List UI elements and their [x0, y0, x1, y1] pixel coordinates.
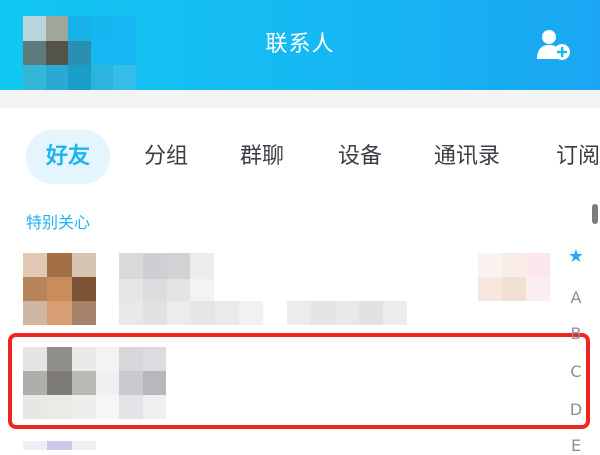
tab-groups[interactable]: 分组 [144, 132, 188, 182]
tab-address-book[interactable]: 通讯录 [434, 132, 500, 182]
tab-group-chats[interactable]: 群聊 [240, 132, 284, 182]
index-star[interactable]: ★ [560, 246, 592, 267]
alphabet-index[interactable]: ★ A B C D E [560, 200, 600, 455]
page-title: 联系人 [265, 32, 335, 57]
contact-name [119, 253, 214, 279]
tab-bar: 好友 分组 群聊 设备 通讯录 订阅 [0, 126, 600, 186]
contact-avatar [23, 253, 96, 325]
tab-devices[interactable]: 设备 [338, 132, 382, 182]
section-title-special-care[interactable]: 特别关心 [26, 209, 90, 233]
contact-message-preview [119, 301, 407, 325]
add-contact-icon[interactable] [536, 28, 572, 62]
header-bar: 联系人 [0, 0, 600, 90]
index-letter-d[interactable]: D [560, 400, 592, 419]
contact-badge [478, 253, 550, 301]
header-divider [0, 90, 600, 108]
highlight-box [8, 333, 590, 429]
contact-status [119, 279, 214, 301]
index-letter-e[interactable]: E [560, 436, 592, 455]
scrollbar-thumb[interactable] [592, 204, 598, 224]
index-letter-b[interactable]: B [560, 324, 592, 343]
index-letter-c[interactable]: C [560, 362, 592, 381]
tab-friends[interactable]: 好友 [26, 130, 111, 184]
contact-avatar [23, 441, 96, 450]
index-letter-a[interactable]: A [560, 288, 592, 307]
tab-subscriptions[interactable]: 订阅 [556, 132, 600, 182]
